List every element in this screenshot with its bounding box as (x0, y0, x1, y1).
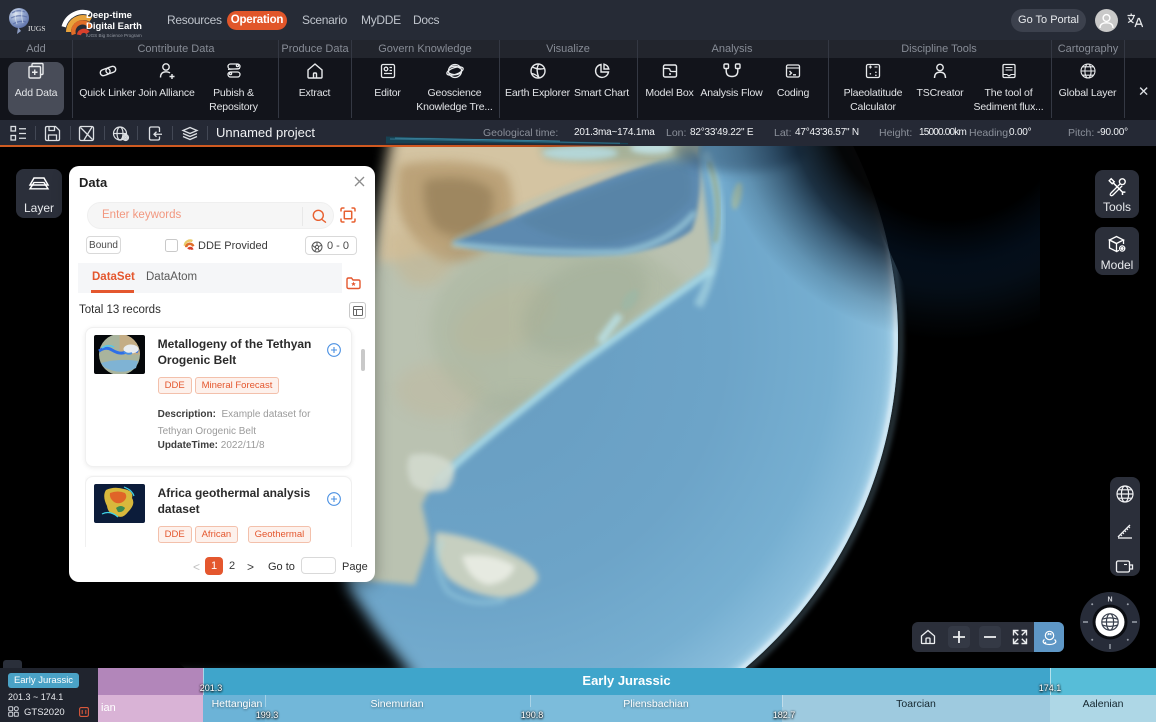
svg-text:IUGS Big Science Program: IUGS Big Science Program (86, 33, 142, 38)
svg-text:N: N (1107, 597, 1112, 604)
svg-text:IUGS: IUGS (28, 24, 46, 33)
svg-text:Digital Earth: Digital Earth (86, 21, 142, 32)
svg-text:Deep-time: Deep-time (86, 10, 132, 21)
